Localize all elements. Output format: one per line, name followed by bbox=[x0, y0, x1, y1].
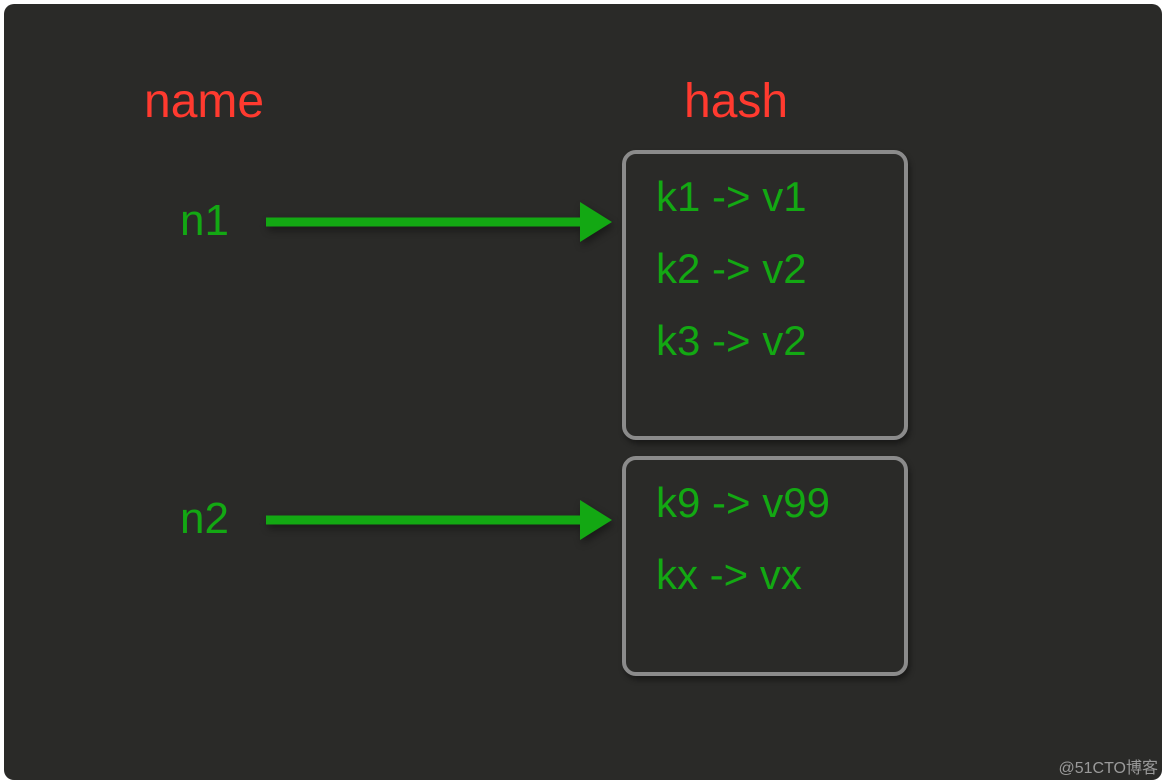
hash-entry: k1 -> v1 bbox=[656, 176, 878, 218]
hash-entry: k3 -> v2 bbox=[656, 320, 878, 362]
arrow-n1 bbox=[262, 194, 616, 250]
column-header-hash: hash bbox=[684, 74, 788, 129]
name-node-n2: n2 bbox=[180, 494, 229, 544]
hash-box-1: k1 -> v1 k2 -> v2 k3 -> v2 bbox=[622, 150, 908, 440]
hash-entry: k9 -> v99 bbox=[656, 482, 878, 524]
hash-entry: k2 -> v2 bbox=[656, 248, 878, 290]
hash-box-2: k9 -> v99 kx -> vx bbox=[622, 456, 908, 676]
name-node-n1: n1 bbox=[180, 196, 229, 246]
watermark: @51CTO博客 bbox=[1058, 754, 1158, 778]
hash-entry: kx -> vx bbox=[656, 554, 878, 596]
diagram-canvas: name hash n1 n2 k1 -> v1 k2 -> v2 k3 -> … bbox=[4, 4, 1162, 780]
column-header-name: name bbox=[144, 74, 264, 129]
arrow-n2 bbox=[262, 492, 616, 548]
